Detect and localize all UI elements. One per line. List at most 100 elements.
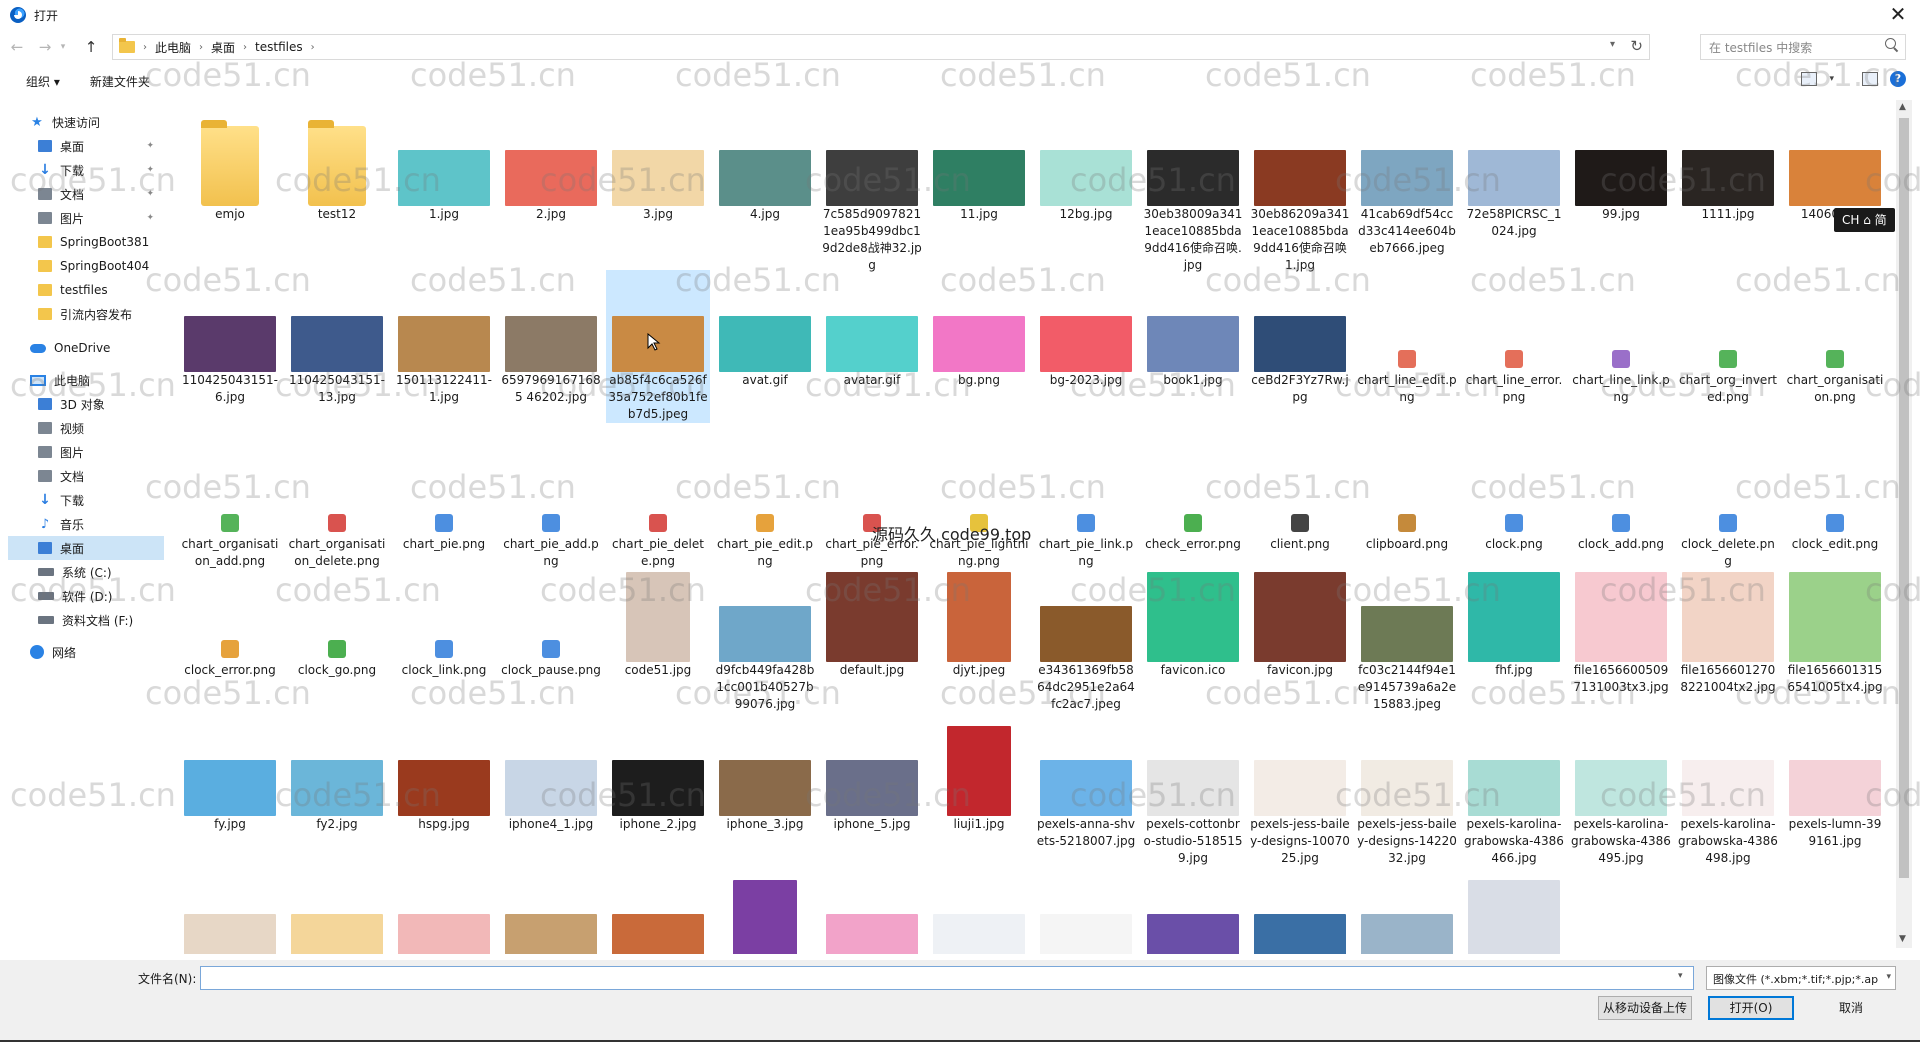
- file-item[interactable]: 2.jpg: [499, 104, 603, 223]
- file-item[interactable]: 1.jpg: [392, 104, 496, 223]
- file-item[interactable]: clock.png: [1462, 434, 1566, 553]
- file-item[interactable]: [178, 868, 282, 954]
- file-item[interactable]: clock_go.png: [285, 560, 389, 679]
- address-bar[interactable]: › 此电脑 › 桌面 › testfiles › ▾ ↻: [112, 34, 1650, 60]
- breadcrumb-testfiles[interactable]: testfiles: [255, 40, 303, 54]
- file-item[interactable]: chart_pie_lightning.png: [927, 434, 1031, 570]
- view-mode-icon[interactable]: [1801, 72, 1818, 86]
- breadcrumb-this-pc[interactable]: 此电脑: [155, 39, 191, 56]
- scroll-up-icon[interactable]: ▲: [1899, 102, 1906, 112]
- sidebar-item-springboot404[interactable]: SpringBoot404: [38, 254, 164, 278]
- file-item[interactable]: book1.jpg: [1141, 270, 1245, 389]
- sidebar-item-drive-f[interactable]: 资料文档 (F:): [38, 608, 164, 632]
- file-item[interactable]: iphone_2.jpg: [606, 714, 710, 833]
- file-item[interactable]: pexels-karolina-grabowska-4386495.jpg: [1569, 714, 1673, 867]
- sidebar-item-3d-objects[interactable]: 3D 对象: [38, 392, 164, 416]
- file-item[interactable]: ceBd2F3Yz7Rw.jpg: [1248, 270, 1352, 406]
- file-item[interactable]: fc03c2144f94e1e9145739a6a2e15883.jpeg: [1355, 560, 1459, 713]
- filename-input[interactable]: [200, 966, 1694, 990]
- file-item[interactable]: chart_pie_link.png: [1034, 434, 1138, 570]
- file-item[interactable]: avat.gif: [713, 270, 817, 389]
- chevron-down-icon[interactable]: ▾: [1678, 971, 1683, 981]
- filetype-select[interactable]: 图像文件 (*.xbm;*.tif;*.pjp;*.ap ▾: [1706, 966, 1896, 990]
- search-icon[interactable]: [1885, 38, 1899, 52]
- cancel-button[interactable]: 取消: [1808, 996, 1894, 1020]
- folder-item[interactable]: test12: [285, 104, 389, 223]
- file-item[interactable]: 12bg.jpg: [1034, 104, 1138, 223]
- sidebar-item-documents[interactable]: 文档 ✦: [38, 182, 164, 206]
- file-item[interactable]: iphone_5.jpg: [820, 714, 924, 833]
- file-item[interactable]: chart_line_edit.png: [1355, 270, 1459, 406]
- sidebar-item-this-pc[interactable]: 此电脑: [30, 368, 186, 392]
- file-item[interactable]: bg.png: [927, 270, 1031, 389]
- sidebar-item-drive-c[interactable]: 系统 (C:): [38, 560, 164, 584]
- file-item[interactable]: clock_delete.png: [1676, 434, 1780, 570]
- search-box[interactable]: 在 testfiles 中搜索: [1700, 34, 1906, 60]
- file-item[interactable]: 99.jpg: [1569, 104, 1673, 223]
- file-item[interactable]: [1034, 868, 1138, 954]
- sidebar-item-desktop[interactable]: 桌面 ✦: [38, 134, 164, 158]
- file-item[interactable]: chart_organisation_add.png: [178, 434, 282, 570]
- file-item[interactable]: [820, 868, 924, 954]
- file-item[interactable]: 41cab69df54ccd33c414ee604beb7666.jpeg: [1355, 104, 1459, 257]
- refresh-icon[interactable]: ↻: [1630, 37, 1643, 55]
- new-folder-button[interactable]: 新建文件夹: [90, 73, 150, 90]
- sidebar-item-content-publish[interactable]: 引流内容发布: [38, 302, 164, 326]
- file-item[interactable]: 1111.jpg: [1676, 104, 1780, 223]
- file-item[interactable]: [606, 868, 710, 954]
- file-item[interactable]: chart_organisation.png: [1783, 270, 1887, 406]
- close-icon[interactable]: ✕: [1886, 3, 1910, 27]
- file-item[interactable]: 30eb38009a3411eace10885bda9dd416使命召唤.jpg: [1141, 104, 1245, 274]
- file-item[interactable]: pexels-anna-shvets-5218007.jpg: [1034, 714, 1138, 850]
- file-item[interactable]: chart_pie_add.png: [499, 434, 603, 570]
- file-item[interactable]: fhf.jpg: [1462, 560, 1566, 679]
- file-item[interactable]: iphone4_1.jpg: [499, 714, 603, 833]
- upload-from-mobile-button[interactable]: 从移动设备上传: [1598, 996, 1692, 1020]
- up-arrow-icon[interactable]: ↑: [80, 36, 102, 58]
- scrollbar-thumb[interactable]: [1899, 118, 1909, 878]
- file-item[interactable]: favicon.ico: [1141, 560, 1245, 679]
- file-item[interactable]: liuji1.jpg: [927, 714, 1031, 833]
- file-item[interactable]: check_error.png: [1141, 434, 1245, 553]
- organize-button[interactable]: 组织 ▾: [26, 73, 60, 90]
- file-item[interactable]: pexels-karolina-grabowska-4386466.jpg: [1462, 714, 1566, 867]
- file-item[interactable]: chart_organisation_delete.png: [285, 434, 389, 570]
- file-item[interactable]: clock_link.png: [392, 560, 496, 679]
- file-item[interactable]: clock_edit.png: [1783, 434, 1887, 553]
- file-item[interactable]: [1141, 868, 1245, 954]
- file-item[interactable]: 11.jpg: [927, 104, 1031, 223]
- file-item[interactable]: clock_pause.png: [499, 560, 603, 679]
- file-item[interactable]: file16566005097131003tx3.jpg: [1569, 560, 1673, 696]
- help-icon[interactable]: ?: [1890, 71, 1906, 87]
- file-item[interactable]: [1355, 868, 1459, 954]
- sidebar-item-quick-access[interactable]: ★ 快速访问: [30, 110, 186, 134]
- file-item[interactable]: [1462, 868, 1566, 954]
- pin-icon[interactable]: ✦: [146, 213, 154, 223]
- file-item[interactable]: pexels-karolina-grabowska-4386498.jpg: [1676, 714, 1780, 867]
- vertical-scrollbar[interactable]: ▲ ▼: [1896, 100, 1912, 948]
- file-item[interactable]: djyt.jpeg: [927, 560, 1031, 679]
- file-item[interactable]: file16566013156541005tx4.jpg: [1783, 560, 1887, 696]
- forward-arrow-icon[interactable]: →: [34, 36, 56, 58]
- pin-icon[interactable]: ✦: [146, 165, 154, 175]
- file-item[interactable]: default.jpg: [820, 560, 924, 679]
- sidebar-item-downloads[interactable]: ↓ 下载 ✦: [38, 158, 164, 182]
- file-item[interactable]: avatar.gif: [820, 270, 924, 389]
- ime-indicator[interactable]: CH ⌂ 简: [1834, 208, 1895, 232]
- sidebar-item-downloads-pc[interactable]: ↓ 下载: [38, 488, 164, 512]
- sidebar-item-videos[interactable]: 视频: [38, 416, 164, 440]
- sidebar-item-music[interactable]: ♪ 音乐: [38, 512, 164, 536]
- file-item[interactable]: clock_add.png: [1569, 434, 1673, 553]
- pin-icon[interactable]: ✦: [146, 189, 154, 199]
- sidebar-item-springboot381[interactable]: SpringBoot381: [38, 230, 164, 254]
- file-item[interactable]: bg-2023.jpg: [1034, 270, 1138, 389]
- sidebar-item-network[interactable]: 网络: [30, 640, 186, 664]
- file-item[interactable]: chart_pie.png: [392, 434, 496, 553]
- recent-dropdown-icon[interactable]: ▾: [58, 36, 68, 58]
- file-item[interactable]: pexels-jess-bailey-designs-1422032.jpg: [1355, 714, 1459, 867]
- sidebar-item-onedrive[interactable]: OneDrive: [30, 336, 186, 360]
- folder-item[interactable]: emjo: [178, 104, 282, 223]
- chevron-down-icon[interactable]: ▾: [1610, 39, 1615, 50]
- file-item[interactable]: chart_line_error.png: [1462, 270, 1566, 406]
- file-item[interactable]: [713, 868, 817, 954]
